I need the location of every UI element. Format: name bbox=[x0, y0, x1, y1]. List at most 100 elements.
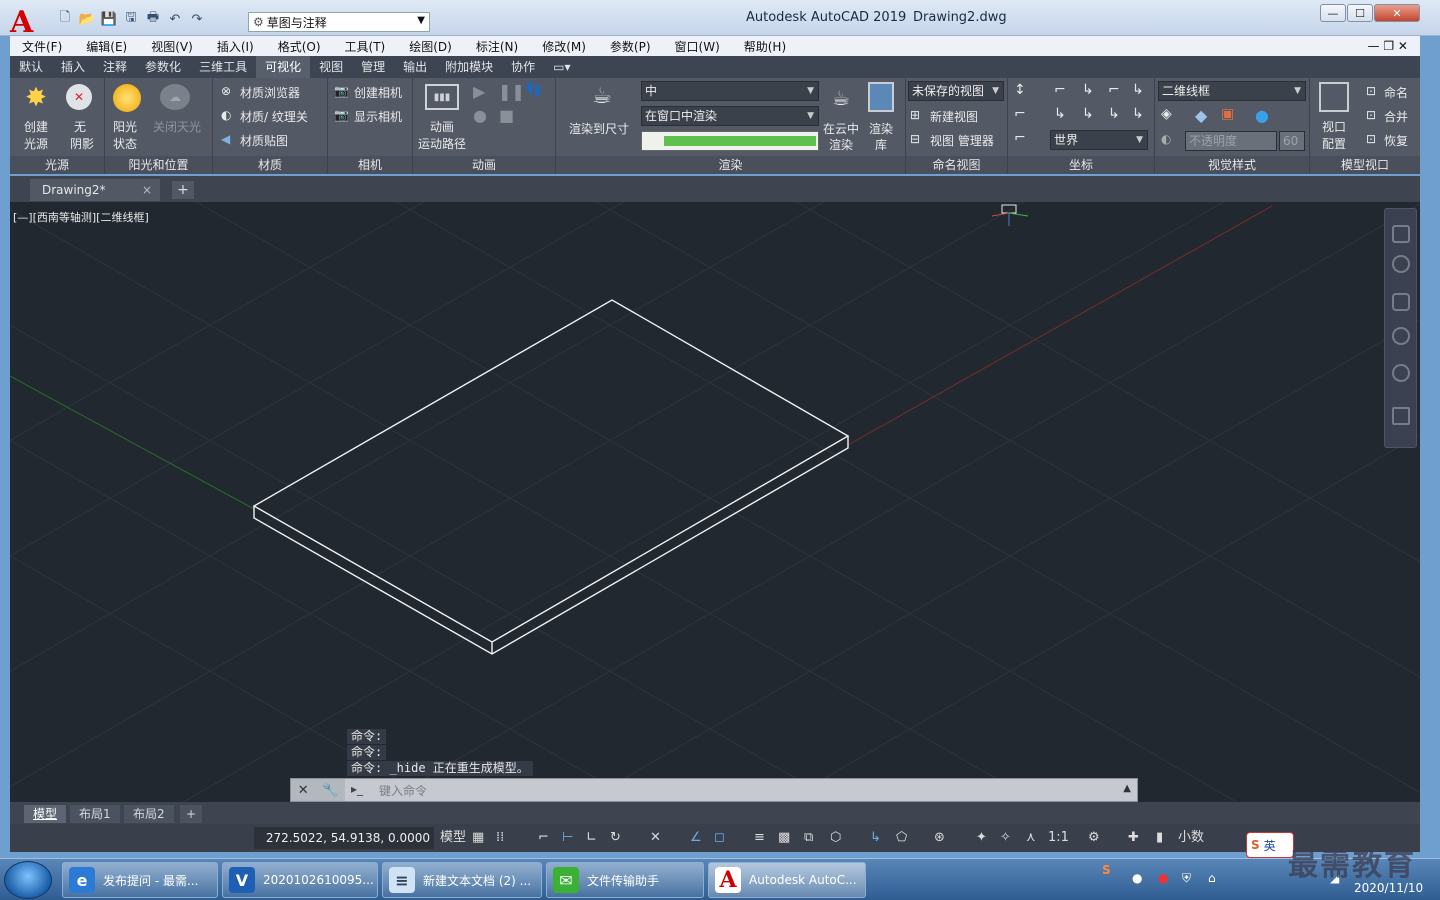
edge-style-icon[interactable]: ◈ bbox=[1161, 106, 1172, 122]
dynamic-ucs-icon[interactable]: ↳ bbox=[870, 829, 881, 847]
teapot-icon[interactable]: ☕ bbox=[584, 82, 620, 110]
drawing-canvas[interactable] bbox=[10, 202, 1420, 802]
render-gallery-label-2[interactable]: 库 bbox=[875, 136, 887, 153]
snap-icon[interactable]: ⁞⁞ bbox=[496, 829, 504, 847]
taskbar-item-notepad[interactable]: ≡ 新建文本文档 (2) ... bbox=[382, 862, 542, 898]
maximize-button[interactable]: ☐ bbox=[1347, 4, 1373, 22]
ucs-object-icon[interactable]: ↳ bbox=[1082, 106, 1094, 122]
coordinates-readout[interactable]: 272.5022, 54.9138, 0.0000 bbox=[254, 827, 434, 849]
play-icon[interactable]: ▶ bbox=[473, 82, 485, 101]
no-shadow-label-2[interactable]: 阴影 bbox=[70, 135, 94, 152]
create-light-label-2[interactable]: 光源 bbox=[24, 135, 48, 152]
menu-item-9[interactable]: 参数(P) bbox=[598, 38, 663, 55]
model-viewports-panel-title[interactable]: 模型视口 bbox=[1310, 156, 1420, 174]
tab-0[interactable]: 默认 bbox=[10, 56, 52, 78]
tab-6[interactable]: 视图 bbox=[310, 56, 352, 78]
ucs-y-icon[interactable]: ⌐ bbox=[1108, 82, 1120, 98]
grid-icon[interactable]: ▦ bbox=[472, 829, 484, 847]
annotation-autoscale-icon[interactable]: ✧ bbox=[1000, 829, 1011, 847]
redo-icon[interactable]: ↷ bbox=[188, 11, 206, 27]
close-icon[interactable]: ✕ bbox=[298, 783, 309, 798]
save-icon[interactable]: 💾 bbox=[100, 11, 118, 27]
object-snap-icon[interactable]: ◻ bbox=[714, 829, 725, 847]
menu-item-5[interactable]: 工具(T) bbox=[333, 38, 398, 55]
minimize-button[interactable]: — bbox=[1320, 4, 1346, 22]
wechat-tray-icon[interactable]: ● bbox=[1132, 871, 1142, 885]
ribbon-display-toggle-icon[interactable]: ▭▾ bbox=[544, 56, 579, 78]
taskbar-item-wechat[interactable]: ✉ 文件传输助手 bbox=[546, 862, 704, 898]
steering-wheel-icon[interactable] bbox=[1392, 255, 1410, 273]
shading-icon[interactable]: ▣ bbox=[1221, 106, 1234, 122]
cloud-render-label-1[interactable]: 在云中 bbox=[823, 120, 859, 137]
showmotion-icon[interactable] bbox=[1392, 407, 1410, 425]
footsteps-icon[interactable]: 👣 bbox=[525, 82, 542, 98]
material-mapping-button[interactable]: 材质贴图 bbox=[240, 132, 288, 149]
menu-item-0[interactable]: 文件(F) bbox=[10, 38, 74, 55]
materials-panel-title[interactable]: 材质 bbox=[213, 156, 327, 174]
new-view-button[interactable]: 新建视图 bbox=[930, 108, 978, 125]
document-window-controls[interactable]: — ❐ ✕ bbox=[1356, 39, 1420, 53]
show-camera-button[interactable]: 显示相机 bbox=[354, 108, 402, 125]
restore-viewport-button[interactable]: 恢复 bbox=[1384, 132, 1408, 149]
tab-layout2[interactable]: 布局2 bbox=[124, 805, 174, 823]
render-to-size-button[interactable]: 渲染到尺寸 bbox=[569, 120, 629, 137]
no-shadow-icon[interactable]: ✕ bbox=[66, 84, 92, 110]
tab-7[interactable]: 管理 bbox=[352, 56, 394, 78]
menu-item-11[interactable]: 帮助(H) bbox=[732, 38, 798, 55]
no-shadow-label-1[interactable]: 无 bbox=[74, 118, 86, 135]
dynamic-input-icon[interactable]: ⊢ bbox=[562, 829, 573, 847]
isodraft-icon[interactable]: ✕ bbox=[650, 829, 661, 847]
stop-icon[interactable]: ■ bbox=[499, 106, 514, 125]
object-snap-tracking-icon[interactable]: ∠ bbox=[690, 829, 702, 847]
ime-indicator[interactable]: S 英 bbox=[1246, 832, 1294, 858]
ucs-previous-icon[interactable]: ↳ bbox=[1132, 106, 1144, 122]
sun-icon[interactable] bbox=[113, 84, 141, 112]
cloud-render-label-2[interactable]: 渲染 bbox=[829, 136, 853, 153]
viewport-config-label-1[interactable]: 视口 bbox=[1322, 118, 1346, 135]
cube-icon[interactable]: ◆ bbox=[1195, 106, 1207, 125]
viewcube-icon[interactable] bbox=[1392, 225, 1410, 243]
tab-4[interactable]: 三维工具 bbox=[190, 56, 256, 78]
ucs-origin-icon[interactable]: ⌐ bbox=[1054, 82, 1066, 98]
zoom-icon[interactable] bbox=[1392, 327, 1410, 345]
ucs-face-icon[interactable]: ↳ bbox=[1108, 106, 1120, 122]
menu-item-1[interactable]: 编辑(E) bbox=[74, 38, 139, 55]
camera-panel-title[interactable]: 相机 bbox=[328, 156, 412, 174]
command-input[interactable]: 键入命令 bbox=[379, 782, 427, 799]
open-folder-icon[interactable]: 📂 bbox=[78, 11, 96, 27]
network-tray-icon[interactable]: ⌂ bbox=[1208, 871, 1216, 885]
pause-icon[interactable]: ❚❚ bbox=[498, 82, 525, 101]
annotation-visibility-icon[interactable]: ✦ bbox=[976, 829, 987, 847]
save-as-icon[interactable]: 🖫 bbox=[122, 10, 140, 27]
sogou-tray-icon[interactable]: S bbox=[1102, 863, 1111, 877]
opacity-slider[interactable]: 不透明度 bbox=[1185, 131, 1277, 151]
gear-icon[interactable]: ⚙ bbox=[1088, 829, 1100, 847]
start-button[interactable] bbox=[4, 861, 52, 899]
tab-2[interactable]: 注释 bbox=[94, 56, 136, 78]
transparency-icon[interactable]: ▩ bbox=[778, 829, 790, 847]
ucs-icon[interactable]: ↕ bbox=[1014, 82, 1026, 98]
render-gallery-label-1[interactable]: 渲染 bbox=[869, 120, 893, 137]
viewport-config-label-2[interactable]: 配置 bbox=[1322, 135, 1346, 152]
coordinates-panel-title[interactable]: 坐标 bbox=[1008, 156, 1154, 174]
ucs-view-icon[interactable]: ⌐ bbox=[1014, 106, 1026, 122]
visual-styles-panel-title[interactable]: 视觉样式 bbox=[1155, 156, 1309, 174]
command-prompt-icon[interactable]: ▸_ bbox=[351, 782, 363, 796]
named-views-panel-title[interactable]: 命名视图 bbox=[906, 156, 1007, 174]
annotation-scale-value[interactable]: 1:1 bbox=[1048, 829, 1069, 847]
material-texture-button[interactable]: 材质/ 纹理关 bbox=[240, 108, 308, 125]
render-target-dropdown[interactable]: 在窗口中渲染 ▼ bbox=[641, 106, 819, 126]
infer-icon[interactable]: ⌐ bbox=[538, 829, 549, 847]
film-icon[interactable]: ▮▮▮ bbox=[425, 84, 459, 110]
chevron-up-icon[interactable]: ▲ bbox=[1123, 783, 1131, 794]
tab-3[interactable]: 参数化 bbox=[136, 56, 190, 78]
cloud-render-icon[interactable]: ☕ bbox=[826, 84, 856, 112]
menu-item-6[interactable]: 绘图(D) bbox=[397, 38, 464, 55]
taskbar-item-browser[interactable]: e 发布提问 - 最需... bbox=[62, 862, 218, 898]
tab-layout1[interactable]: 布局1 bbox=[70, 805, 120, 823]
sun-panel-title[interactable]: 阳光和位置 bbox=[105, 156, 212, 174]
wrench-icon[interactable]: 🔧 bbox=[322, 783, 338, 798]
drawing-viewport[interactable]: [—][西南等轴测][二维线框] 命令: 命令: 命令: _hide 正在重生成… bbox=[10, 202, 1420, 802]
selection-filter-icon[interactable]: ⬠ bbox=[896, 829, 907, 847]
close-button[interactable]: ✕ bbox=[1374, 4, 1420, 22]
